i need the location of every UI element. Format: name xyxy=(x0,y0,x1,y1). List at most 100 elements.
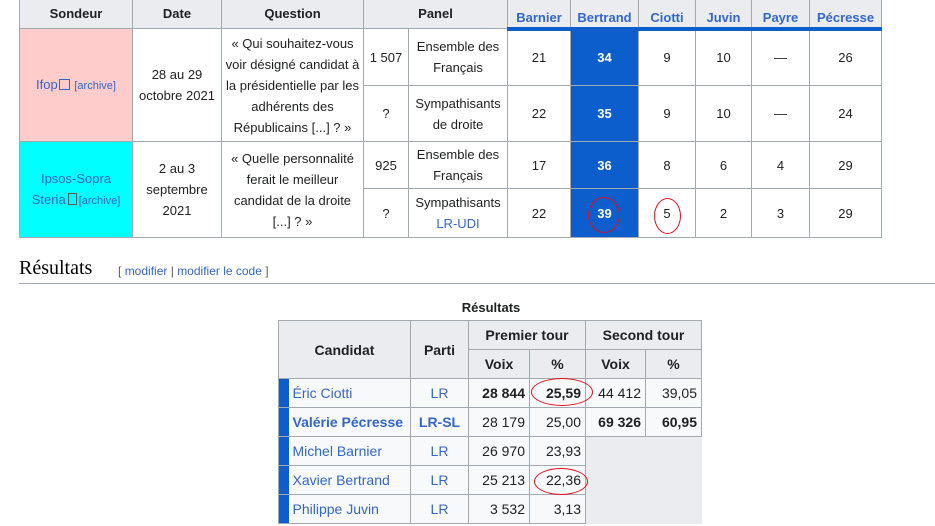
bracket-open: [ xyxy=(118,264,122,278)
poll-date: 28 au 29 octobre 2021 xyxy=(132,28,222,142)
candidate-link[interactable]: Xavier Bertrand xyxy=(288,465,411,495)
poll-value: 6 xyxy=(695,141,752,189)
header-second-tour: Second tour xyxy=(585,320,702,350)
header-panel: Panel xyxy=(363,0,508,29)
poll-value: 29 xyxy=(809,188,882,238)
header-candidate-ciotti[interactable]: Ciotti xyxy=(638,0,696,31)
party-color-bar xyxy=(278,407,289,437)
party-link[interactable]: LR xyxy=(410,436,469,466)
results-header-row: Candidat Parti Premier tour Second tour xyxy=(278,320,702,379)
sondeur-cell-ipsos: Ipsos-Sopra Steria [archive] xyxy=(19,141,133,238)
poll-sample: ? xyxy=(363,188,409,238)
header-candidate-bertrand[interactable]: Bertrand xyxy=(570,0,639,31)
header-parti: Parti xyxy=(410,320,469,379)
poll-value: 4 xyxy=(751,141,810,189)
external-link-icon xyxy=(58,78,70,90)
poll-value-leader: 34 xyxy=(570,28,639,86)
poll-value-leader: 35 xyxy=(570,85,639,142)
party-color-bar xyxy=(278,378,289,408)
results-row: Michel Barnier LR 26 970 23,93 xyxy=(278,436,702,524)
results-caption: Résultats xyxy=(461,300,521,315)
pct-round-2: 60,95 xyxy=(645,407,702,437)
poll-date: 2 au 3 septembre 2021 xyxy=(132,141,222,238)
poll-value: 2 xyxy=(695,188,752,238)
poll-value: 17 xyxy=(507,141,571,189)
poll-sample: 925 xyxy=(363,141,409,189)
poll-row: Ipsos-Sopra Steria [archive] 2 au 3 septe… xyxy=(19,141,882,238)
poll-value: 9 xyxy=(638,28,696,86)
votes-round-2: 44 412 xyxy=(585,378,646,408)
party-link[interactable]: LR xyxy=(410,465,469,495)
archive-link[interactable]: [archive] xyxy=(79,195,121,207)
poll-value: 21 xyxy=(507,28,571,86)
poll-value: — xyxy=(751,28,810,86)
poll-question: « Quelle personnalité ferait le meilleur… xyxy=(221,141,364,238)
header-date: Date xyxy=(132,0,222,29)
votes-round-1: 28 179 xyxy=(468,407,530,437)
poll-value: 26 xyxy=(809,28,882,86)
header-candidate-payre[interactable]: Payre xyxy=(751,0,810,31)
section-title: Résultats xyxy=(19,257,93,279)
poll-value: 8 xyxy=(638,141,696,189)
results-row: Éric Ciotti LR 28 844 25,59 44 412 39,05 xyxy=(278,378,702,408)
poll-value: 22 xyxy=(507,85,571,142)
header-sondeur: Sondeur xyxy=(19,0,133,29)
votes-round-1: 3 532 xyxy=(468,494,530,524)
edit-section-links: [ modifier | modifier le code ] xyxy=(118,264,269,278)
poll-value: 24 xyxy=(809,85,882,142)
poll-value: 9 xyxy=(638,85,696,142)
separator: | xyxy=(170,264,174,278)
header-candidat: Candidat xyxy=(278,320,411,379)
poll-sample: 1 507 xyxy=(363,28,409,86)
candidate-link[interactable]: Éric Ciotti xyxy=(288,378,411,408)
candidate-link[interactable]: Michel Barnier xyxy=(288,436,411,466)
pct-round-1: 3,13 xyxy=(529,494,586,524)
party-link[interactable]: LR xyxy=(410,494,469,524)
candidate-link[interactable]: Philippe Juvin xyxy=(288,494,411,524)
poll-value: 5 xyxy=(638,188,696,238)
archive-link[interactable]: [archive] xyxy=(74,80,116,92)
poll-sample: ? xyxy=(363,85,409,142)
results-table: Candidat Parti Premier tour Second tour … xyxy=(278,320,702,524)
edit-link[interactable]: modifier xyxy=(125,264,168,278)
poll-header-row: Sondeur Date Question Panel Barnier Bert… xyxy=(19,0,882,31)
poll-panel: Ensemble des Français xyxy=(408,141,508,189)
pct-round-1: 22,36 xyxy=(529,465,586,495)
votes-round-1: 26 970 xyxy=(468,436,530,466)
votes-round-2: 69 326 xyxy=(585,407,646,437)
panel-link-lr-udi[interactable]: LR-UDI xyxy=(436,216,479,231)
results-row: Valérie Pécresse LR-SL 28 179 25,00 69 3… xyxy=(278,407,702,437)
poll-panel: Sympathisants de droite xyxy=(408,85,508,142)
votes-round-1: 28 844 xyxy=(468,378,530,408)
party-link[interactable]: LR xyxy=(410,378,469,408)
sondeur-cell-ifop: Ifop [archive] xyxy=(19,28,133,142)
sondeur-link-ifop[interactable]: Ifop xyxy=(36,77,58,92)
panel-text: Sympathisants xyxy=(415,195,501,210)
pct-round-1: 23,93 xyxy=(529,436,586,466)
section-heading-resultats: Résultats [ modifier | modifier le code … xyxy=(19,256,935,284)
edit-source-link[interactable]: modifier le code xyxy=(177,264,262,278)
poll-value: 22 xyxy=(507,188,571,238)
candidate-link[interactable]: Valérie Pécresse xyxy=(288,407,411,437)
document-icon xyxy=(67,192,77,205)
poll-value-leader: 39 xyxy=(570,188,639,238)
header-voix-1: Voix xyxy=(468,349,530,379)
pct-round-1: 25,00 xyxy=(529,407,586,437)
header-pct-1: % xyxy=(529,349,586,379)
poll-panel: Ensemble des Français xyxy=(408,28,508,86)
header-question: Question xyxy=(221,0,364,29)
header-premier-tour: Premier tour xyxy=(468,320,586,350)
header-candidate-pecresse[interactable]: Pécresse xyxy=(809,0,882,31)
pct-round-1: 25,59 xyxy=(529,378,586,408)
votes-round-1: 25 213 xyxy=(468,465,530,495)
party-color-bar xyxy=(278,465,289,495)
poll-value: — xyxy=(751,85,810,142)
party-color-bar xyxy=(278,494,289,524)
header-candidate-barnier[interactable]: Barnier xyxy=(507,0,571,31)
header-candidate-juvin[interactable]: Juvin xyxy=(695,0,752,31)
poll-panel: Sympathisants LR-UDI xyxy=(408,188,508,238)
poll-value: 3 xyxy=(751,188,810,238)
poll-value: 10 xyxy=(695,85,752,142)
party-link[interactable]: LR-SL xyxy=(410,407,469,437)
pct-round-2: 39,05 xyxy=(645,378,702,408)
